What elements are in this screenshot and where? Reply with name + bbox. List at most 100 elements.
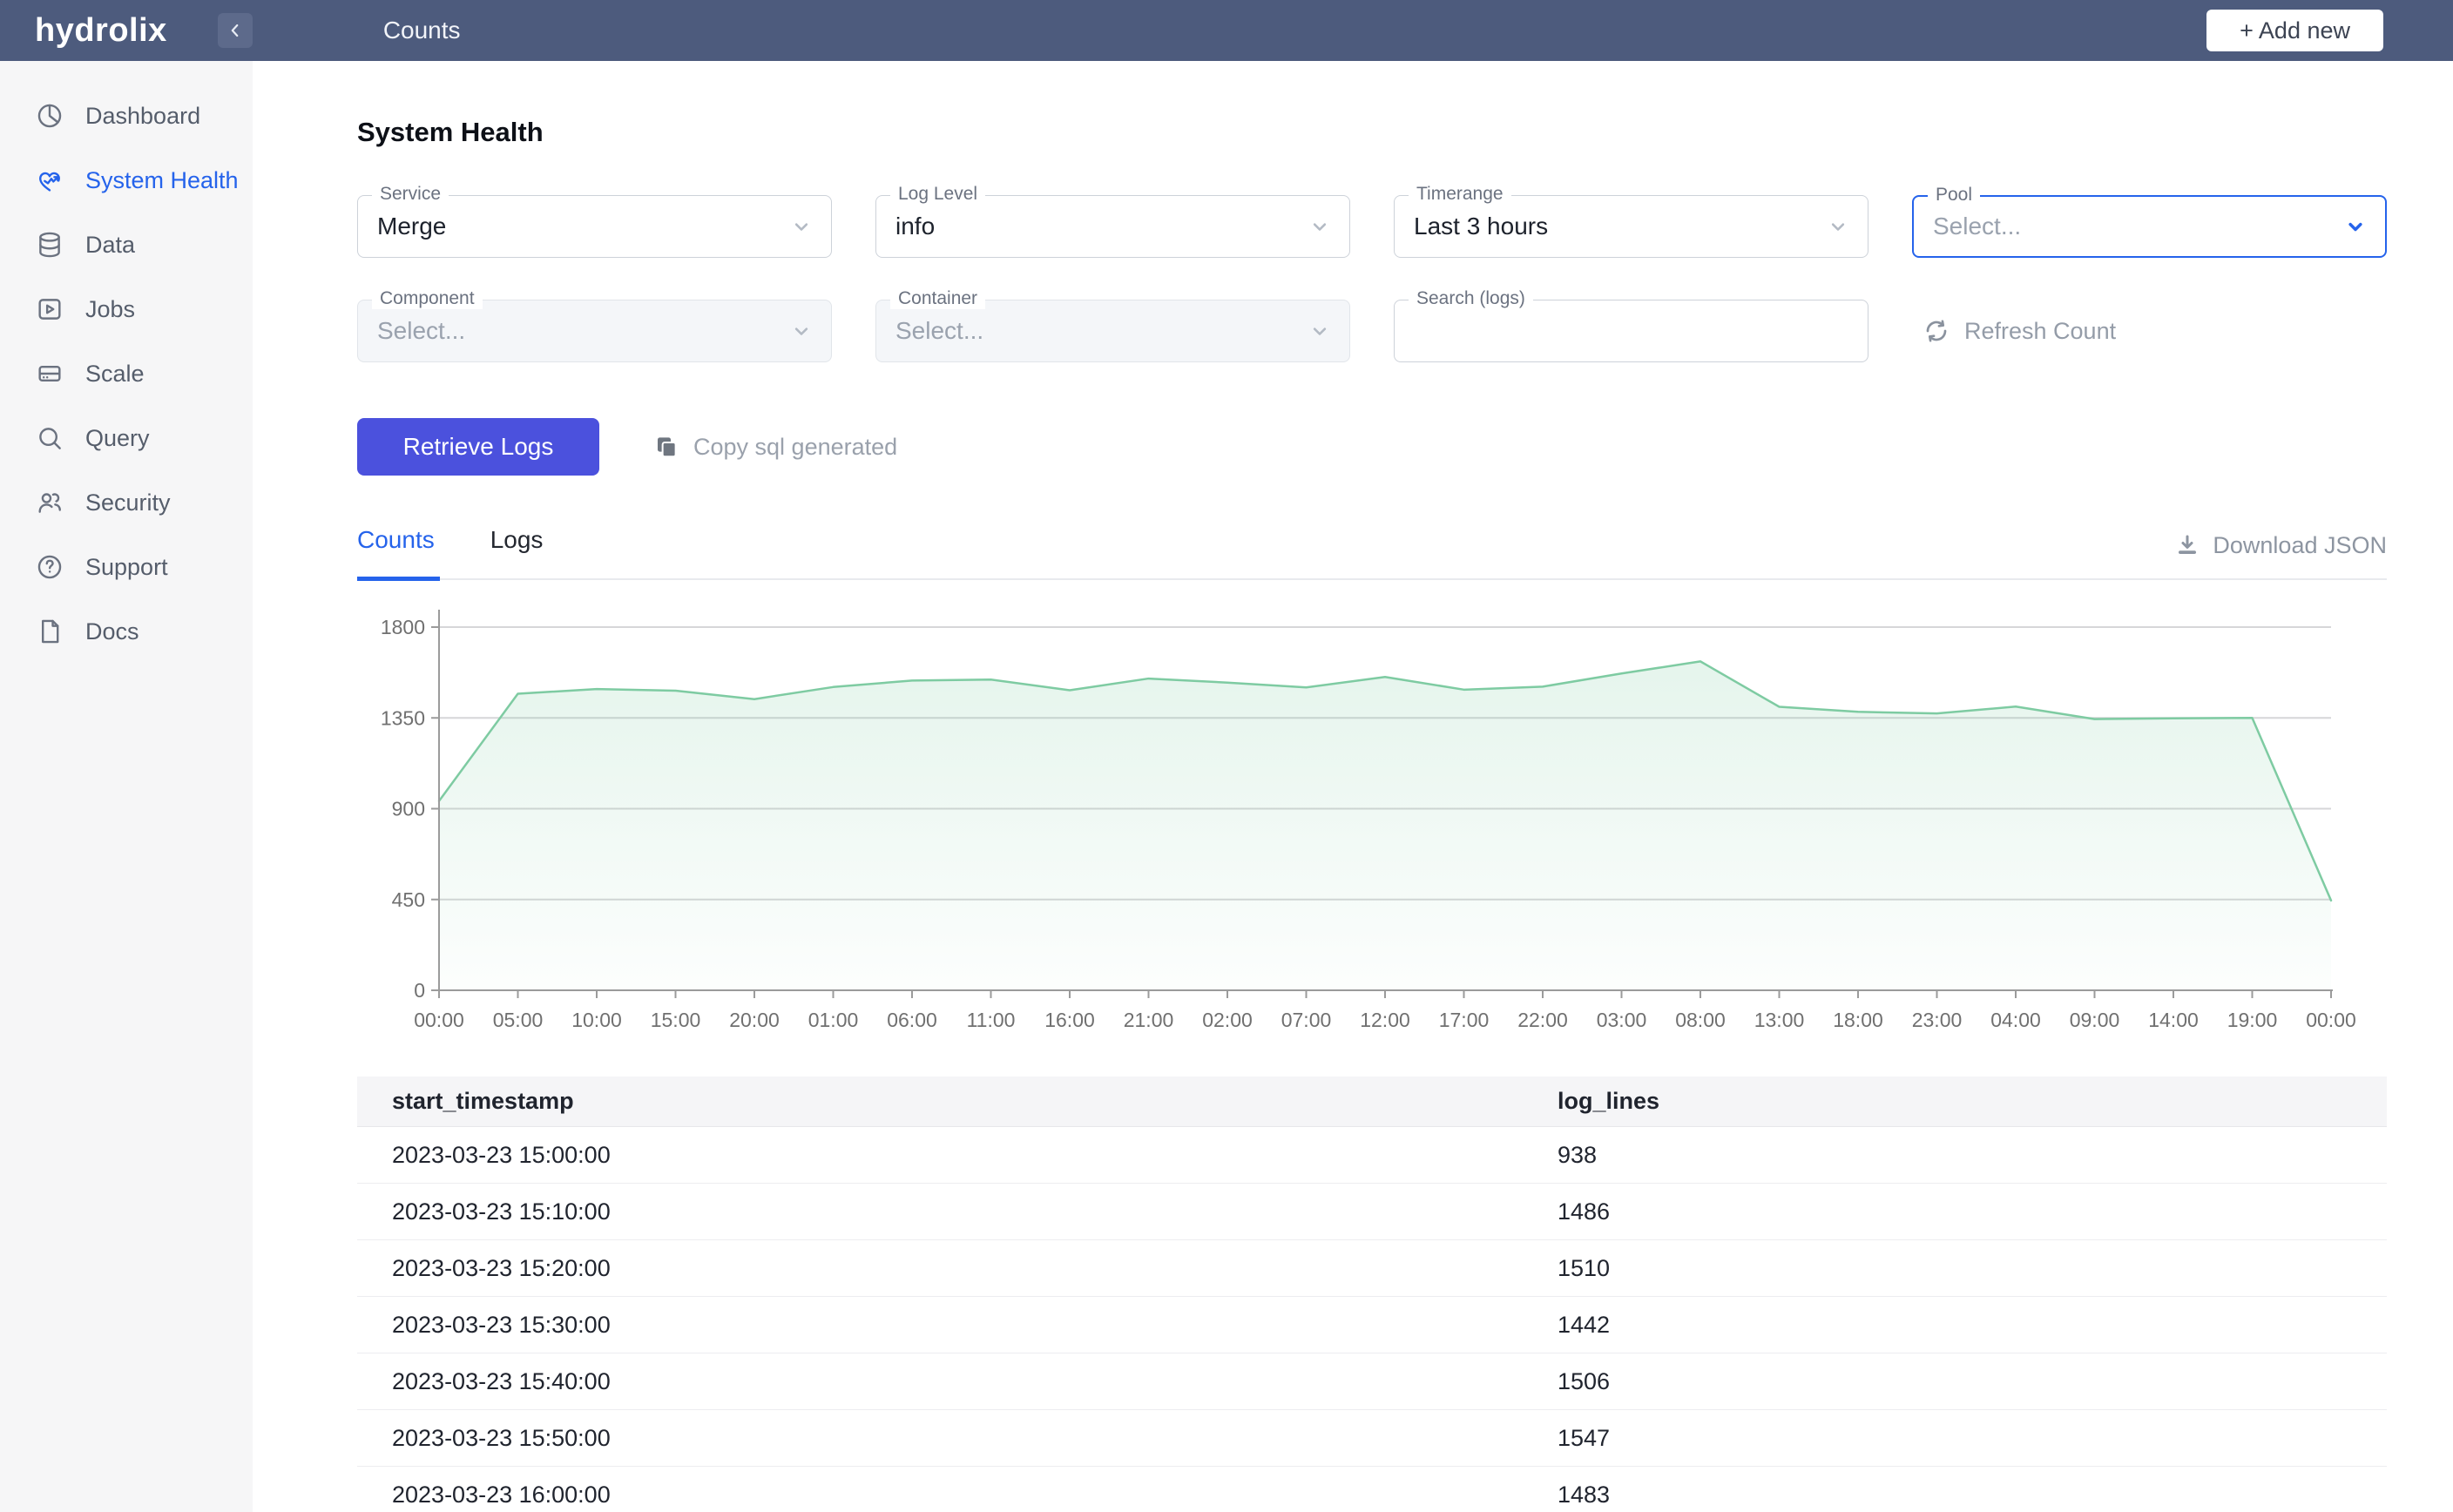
- cell-start-timestamp: 2023-03-23 15:10:00: [357, 1183, 1523, 1240]
- tab-counts[interactable]: Counts: [357, 526, 440, 581]
- page-title: Counts: [382, 17, 461, 44]
- container-select[interactable]: Container Select...: [875, 288, 1350, 362]
- svg-text:0: 0: [414, 979, 425, 1002]
- sidebar-item-label: Data: [85, 231, 136, 258]
- sidebar-item-security[interactable]: Security: [0, 470, 253, 535]
- table-row: 2023-03-23 16:00:00 1483: [357, 1466, 2387, 1512]
- svg-text:10:00: 10:00: [571, 1009, 622, 1031]
- sidebar-item-support[interactable]: Support: [0, 535, 253, 599]
- chevron-down-icon: [794, 223, 808, 231]
- table-row: 2023-03-23 15:20:00 1510: [357, 1239, 2387, 1297]
- sidebar-collapse-button[interactable]: [217, 13, 253, 48]
- pool-select[interactable]: Pool Select...: [1912, 185, 2387, 258]
- add-new-button[interactable]: + Add new: [2206, 10, 2383, 51]
- timerange-select[interactable]: Timerange Last 3 hours: [1394, 184, 1868, 258]
- timerange-label: Timerange: [1409, 184, 1511, 205]
- area-chart-svg: 0 450 900 1350 1800 00:00 05:00 10:00 15:00 20:00…: [381, 609, 2356, 1031]
- chevron-down-icon: [1831, 223, 1845, 231]
- svg-text:450: 450: [392, 888, 425, 910]
- counts-table: start_timestamp log_lines 2023-03-23 15:…: [357, 1076, 2387, 1512]
- filters: Service Merge Log Level info Timerange L…: [357, 184, 2387, 362]
- table-row: 2023-03-23 15:10:00 1486: [357, 1183, 2387, 1240]
- svg-text:15:00: 15:00: [651, 1009, 701, 1031]
- sidebar-item-label: Security: [85, 489, 171, 516]
- pool-label: Pool: [1928, 185, 1981, 206]
- svg-text:00:00: 00:00: [414, 1009, 464, 1031]
- svg-text:00:00: 00:00: [2306, 1009, 2356, 1031]
- svg-text:03:00: 03:00: [1597, 1009, 1647, 1031]
- cell-start-timestamp: 2023-03-23 15:30:00: [357, 1296, 1523, 1353]
- cell-log-lines: 1486: [1523, 1183, 2387, 1240]
- tab-logs[interactable]: Logs: [490, 526, 549, 581]
- copy-sql-label: Copy sql generated: [693, 433, 898, 460]
- chevron-left-icon: [231, 24, 239, 37]
- sidebar-item-docs[interactable]: Docs: [0, 599, 253, 664]
- cell-log-lines: 1506: [1523, 1353, 2387, 1410]
- table-row: 2023-03-23 15:50:00 1547: [357, 1409, 2387, 1467]
- refresh-count-button[interactable]: Refresh Count: [1912, 300, 2387, 362]
- svg-text:01:00: 01:00: [808, 1009, 859, 1031]
- chevron-down-icon: [1313, 327, 1327, 335]
- column-log-lines: log_lines: [1523, 1076, 2387, 1127]
- cell-start-timestamp: 2023-03-23 15:20:00: [357, 1239, 1523, 1297]
- sidebar-item-label: Jobs: [85, 295, 136, 322]
- play-square-icon: [38, 299, 61, 320]
- cell-log-lines: 1483: [1523, 1466, 2387, 1512]
- svg-text:1800: 1800: [381, 616, 425, 638]
- table-header-row: start_timestamp log_lines: [357, 1076, 2387, 1127]
- users-icon: [38, 493, 61, 513]
- service-label: Service: [372, 184, 449, 205]
- timerange-value: Last 3 hours: [1414, 213, 1549, 240]
- cell-log-lines: 938: [1523, 1126, 2387, 1184]
- service-select[interactable]: Service Merge: [357, 184, 832, 258]
- sidebar-item-data[interactable]: Data: [0, 213, 253, 277]
- cell-start-timestamp: 2023-03-23 15:40:00: [357, 1353, 1523, 1410]
- sidebar-item-label: Support: [85, 553, 168, 580]
- svg-text:11:00: 11:00: [967, 1009, 1016, 1031]
- tabs: Counts Logs: [357, 526, 549, 581]
- chevron-down-icon: [2348, 222, 2362, 232]
- log-lines-chart: 0 450 900 1350 1800 00:00 05:00 10:00 15:00 20:00…: [357, 599, 2387, 1035]
- tabs-bar: Counts Logs Download JSON: [357, 526, 2387, 581]
- sidebar-item-system-health[interactable]: System Health: [0, 148, 253, 213]
- log-level-value: info: [895, 213, 936, 240]
- svg-text:02:00: 02:00: [1202, 1009, 1253, 1031]
- table-row: 2023-03-23 15:00:00 938: [357, 1126, 2387, 1184]
- svg-text:23:00: 23:00: [1912, 1009, 1963, 1031]
- log-level-select[interactable]: Log Level info: [875, 184, 1350, 258]
- container-label: Container: [890, 288, 986, 309]
- pie-chart-icon: [37, 104, 62, 128]
- log-level-label: Log Level: [890, 184, 986, 205]
- document-icon: [42, 619, 59, 644]
- cell-log-lines: 1442: [1523, 1296, 2387, 1353]
- svg-text:19:00: 19:00: [2227, 1009, 2278, 1031]
- refresh-count-label: Refresh Count: [1964, 317, 2117, 344]
- component-select[interactable]: Component Select...: [357, 288, 832, 362]
- svg-text:04:00: 04:00: [1990, 1009, 2041, 1031]
- svg-text:12:00: 12:00: [1360, 1009, 1410, 1031]
- sidebar-item-jobs[interactable]: Jobs: [0, 277, 253, 341]
- search-logs-input[interactable]: [1414, 317, 1815, 345]
- svg-text:13:00: 13:00: [1754, 1009, 1805, 1031]
- database-icon: [39, 232, 60, 258]
- search-logs-field[interactable]: Search (logs): [1394, 288, 1868, 362]
- copy-sql-button[interactable]: Copy sql generated: [653, 434, 897, 461]
- svg-text:16:00: 16:00: [1044, 1009, 1095, 1031]
- refresh-icon: [1926, 320, 1947, 342]
- cell-start-timestamp: 2023-03-23 16:00:00: [357, 1466, 1523, 1512]
- sidebar-item-query[interactable]: Query: [0, 406, 253, 470]
- search-logs-label: Search (logs): [1409, 288, 1533, 309]
- search-icon: [39, 428, 61, 449]
- svg-text:17:00: 17:00: [1439, 1009, 1490, 1031]
- app-root: hydrolix Counts + Add new Dashboard Syst…: [0, 0, 2453, 1512]
- sidebar-item-scale[interactable]: Scale: [0, 341, 253, 406]
- sidebar: Dashboard System Health Data Jobs Scale …: [0, 61, 253, 1512]
- svg-text:18:00: 18:00: [1833, 1009, 1883, 1031]
- container-placeholder: Select...: [895, 317, 984, 344]
- sidebar-item-dashboard[interactable]: Dashboard: [0, 84, 253, 148]
- page-heading: System Health: [357, 117, 544, 147]
- download-json-button[interactable]: Download JSON: [2174, 532, 2387, 578]
- main-content: System Health Service Merge Log Level in…: [253, 61, 2453, 1512]
- copy-icon: [658, 437, 677, 458]
- retrieve-logs-button[interactable]: Retrieve Logs: [357, 418, 599, 476]
